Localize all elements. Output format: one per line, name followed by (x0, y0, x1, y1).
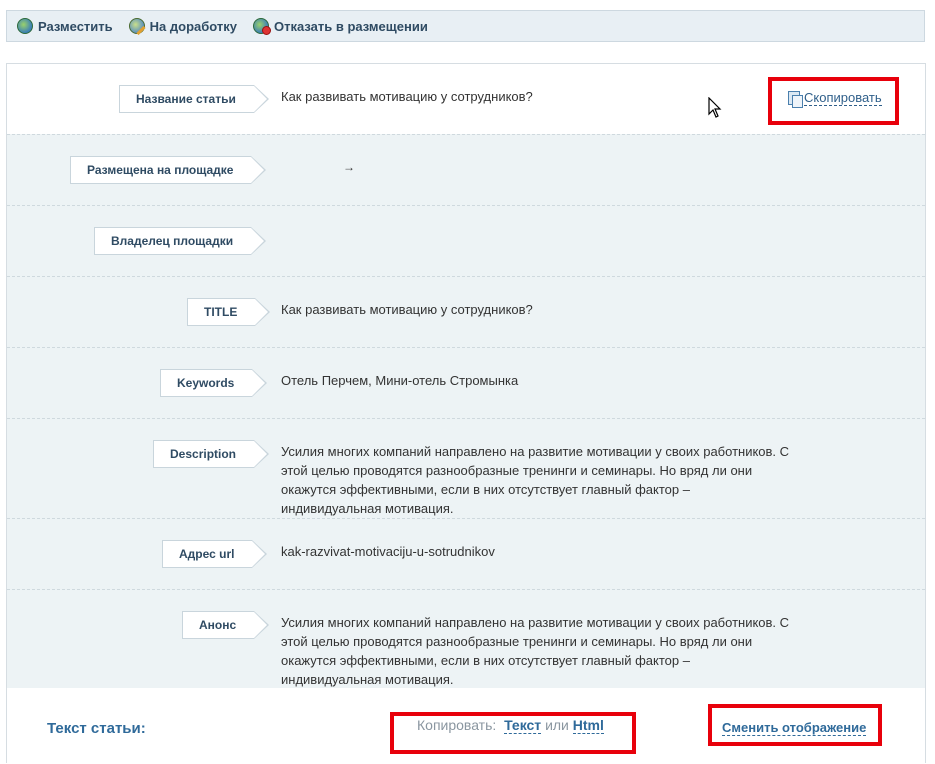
field-row-announcement: Анонс Усилия многих компаний направлено … (7, 589, 925, 689)
send-for-revision-label: На доработку (149, 18, 237, 34)
action-toolbar: Разместить На доработку Отказать в разме… (6, 10, 925, 42)
field-row-placed-on-site: Размещена на площадке → (7, 134, 925, 206)
field-label: Description (153, 440, 270, 468)
field-label: Название статьи (119, 85, 269, 113)
field-value: Отель Перчем, Мини-отель Стромынка (281, 373, 519, 388)
globe-edit-icon (128, 18, 145, 34)
field-label: Размещена на площадке (70, 156, 268, 184)
highlight-box-switch-view (708, 704, 882, 746)
send-for-revision-button[interactable]: На доработку (128, 18, 237, 34)
highlight-box-copy-as (390, 712, 636, 754)
field-value: → (343, 160, 355, 174)
globe-reject-icon (253, 18, 271, 35)
field-value: Усилия многих компаний направлено на раз… (281, 615, 790, 687)
highlight-box-copy (768, 77, 899, 125)
field-row-title: TITLE Как развивать мотивацию у сотрудни… (7, 276, 925, 348)
field-row-url: Адрес url kak-razvivat-motivaciju-u-sotr… (7, 518, 925, 590)
publish-button[interactable]: Разместить (17, 18, 113, 34)
field-value: Усилия многих компаний направлено на раз… (281, 444, 790, 516)
field-value: Как развивать мотивацию у сотрудников? (281, 302, 533, 317)
article-text-heading: Текст статьи: (47, 720, 146, 737)
field-label: Keywords (160, 369, 268, 397)
field-row-description: Description Усилия многих компаний напра… (7, 418, 925, 519)
field-value: kak-razvivat-motivaciju-u-sotrudnikov (281, 544, 495, 559)
article-details-panel: Название статьи Как развивать мотивацию … (6, 63, 926, 764)
globe-publish-icon (17, 18, 33, 34)
reject-publication-label: Отказать в размещении (274, 18, 428, 34)
publish-label: Разместить (38, 18, 113, 34)
field-label: TITLE (187, 298, 271, 326)
field-label: Адрес url (162, 540, 269, 568)
field-row-keywords: Keywords Отель Перчем, Мини-отель Стромы… (7, 347, 925, 419)
field-label: Анонс (182, 611, 270, 639)
field-row-site-owner: Владелец площадки (7, 205, 925, 277)
reject-publication-button[interactable]: Отказать в размещении (253, 18, 428, 35)
field-label: Владелец площадки (94, 227, 267, 255)
